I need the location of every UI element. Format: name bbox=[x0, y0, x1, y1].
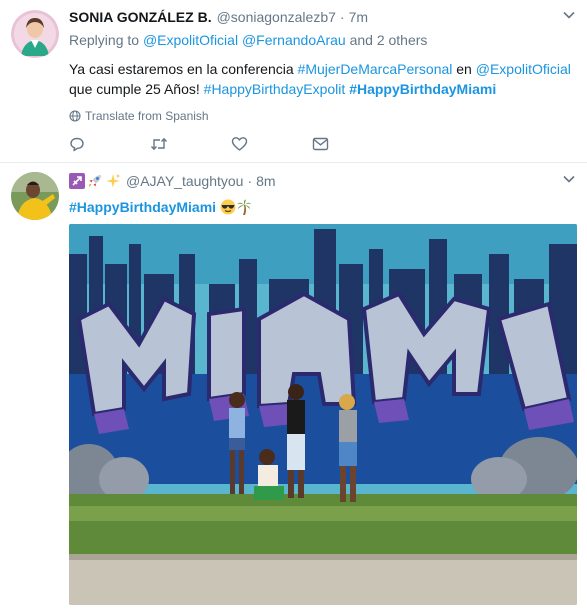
timestamp[interactable]: 8m bbox=[256, 173, 275, 189]
sparkles-icon bbox=[105, 173, 121, 189]
name-emojis[interactable] bbox=[69, 173, 121, 189]
sagittarius-icon bbox=[69, 173, 85, 189]
palm-tree-icon bbox=[236, 199, 252, 215]
reply-button[interactable] bbox=[69, 135, 150, 153]
translate-label[interactable]: Translate from Spanish bbox=[85, 109, 209, 123]
envelope-icon bbox=[312, 137, 329, 151]
person-avatar-icon bbox=[11, 172, 59, 220]
like-button[interactable] bbox=[231, 135, 312, 153]
hashtag-link[interactable]: #HappyBirthdayMiami bbox=[69, 197, 216, 217]
reply-icon bbox=[70, 137, 84, 152]
text-segment: Ya casi estaremos en la conferencia bbox=[69, 61, 298, 77]
tweet-photo[interactable] bbox=[69, 224, 577, 605]
tweet-1[interactable]: SONIA GONZÁLEZ B. @soniagonzalezb7 · 7m … bbox=[0, 0, 587, 163]
hashtag-link[interactable]: #MujerDeMarcaPersonal bbox=[298, 61, 453, 77]
rocket-icon bbox=[87, 173, 103, 189]
replying-label: Replying to bbox=[69, 32, 140, 48]
person-avatar-icon bbox=[11, 10, 59, 58]
direct-message-button[interactable] bbox=[312, 135, 393, 153]
username[interactable]: @AJAY_taughtyou bbox=[126, 173, 243, 189]
hashtag-link[interactable]: #HappyBirthdayExpolit bbox=[204, 81, 346, 97]
retweet-icon bbox=[150, 137, 168, 151]
separator: · bbox=[339, 9, 345, 25]
timestamp[interactable]: 7m bbox=[349, 9, 368, 25]
tweet-header: SONIA GONZÁLEZ B. @soniagonzalezb7 · 7m bbox=[69, 7, 575, 27]
reply-others[interactable]: and 2 others bbox=[350, 32, 428, 48]
chevron-down-icon[interactable] bbox=[563, 175, 575, 183]
tweet-header: @AJAY_taughtyou · 8m bbox=[69, 171, 575, 191]
tweet-actions bbox=[69, 135, 575, 153]
sunglasses-face-icon bbox=[220, 199, 236, 215]
chevron-down-icon[interactable] bbox=[563, 11, 575, 19]
replying-to: Replying to @ExpolitOficial @FernandoAra… bbox=[69, 32, 575, 51]
avatar[interactable] bbox=[11, 10, 59, 58]
heart-icon bbox=[231, 137, 248, 151]
hashtag-link[interactable]: #HappyBirthdayMiami bbox=[349, 81, 496, 97]
reply-mention[interactable]: @ExpolitOficial bbox=[143, 32, 238, 48]
retweet-button[interactable] bbox=[150, 135, 231, 153]
avatar[interactable] bbox=[11, 172, 59, 220]
display-name[interactable]: SONIA GONZÁLEZ B. bbox=[69, 9, 212, 25]
miami-graffiti-photo bbox=[69, 224, 577, 605]
tweet-text: #HappyBirthdayMiami bbox=[69, 197, 575, 217]
globe-icon bbox=[69, 110, 81, 122]
text-segment: en bbox=[452, 61, 476, 77]
tweet-text: Ya casi estaremos en la conferencia #Muj… bbox=[69, 59, 575, 99]
reply-mention[interactable]: @FernandoArau bbox=[242, 32, 346, 48]
username[interactable]: @soniagonzalezb7 bbox=[217, 9, 336, 25]
mention-link[interactable]: @ExpolitOficial bbox=[476, 61, 571, 77]
separator: · bbox=[247, 173, 253, 189]
text-segment: que cumple 25 Años! bbox=[69, 81, 204, 97]
translate-link[interactable]: Translate from Spanish bbox=[69, 108, 575, 124]
tweet-2[interactable]: @AJAY_taughtyou · 8m #HappyBirthdayMiami bbox=[0, 163, 587, 609]
